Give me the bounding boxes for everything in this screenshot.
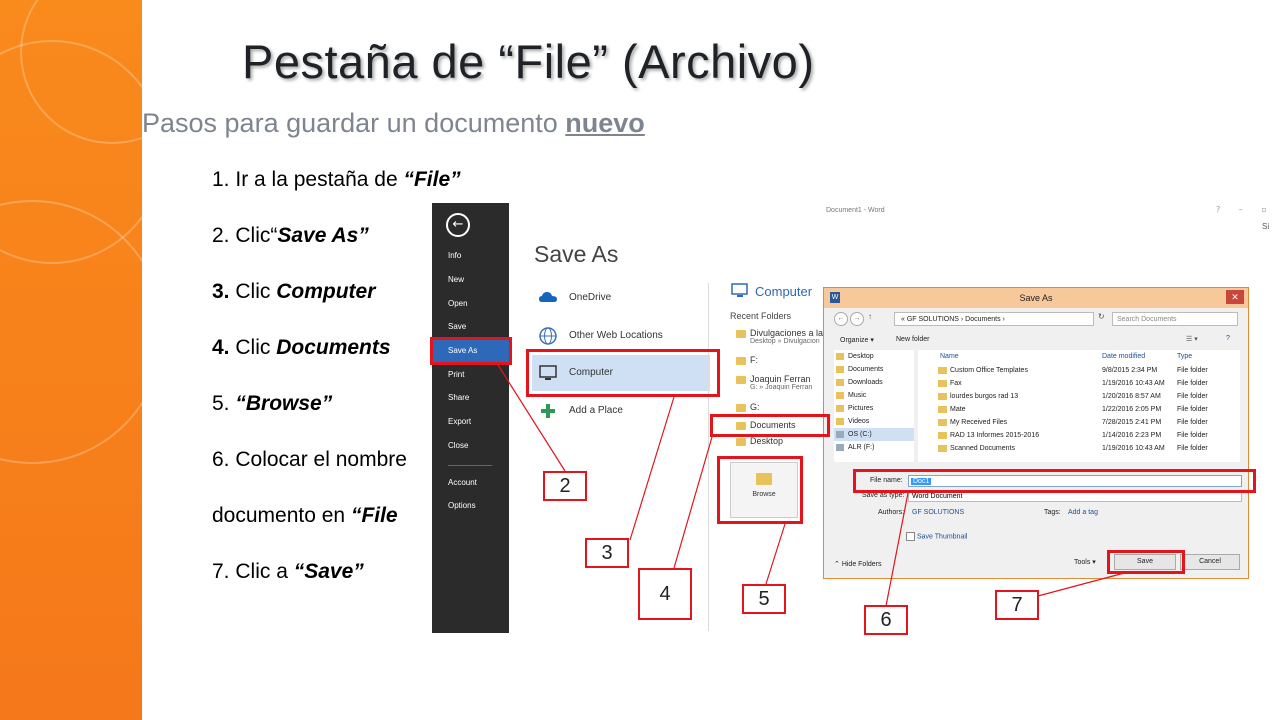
- callout-4: 4: [638, 568, 692, 620]
- callout-3: 3: [585, 538, 629, 568]
- callout-2: 2: [543, 471, 587, 501]
- callout-7: 7: [995, 590, 1039, 620]
- callout-6: 6: [864, 605, 908, 635]
- callout-5: 5: [742, 584, 786, 614]
